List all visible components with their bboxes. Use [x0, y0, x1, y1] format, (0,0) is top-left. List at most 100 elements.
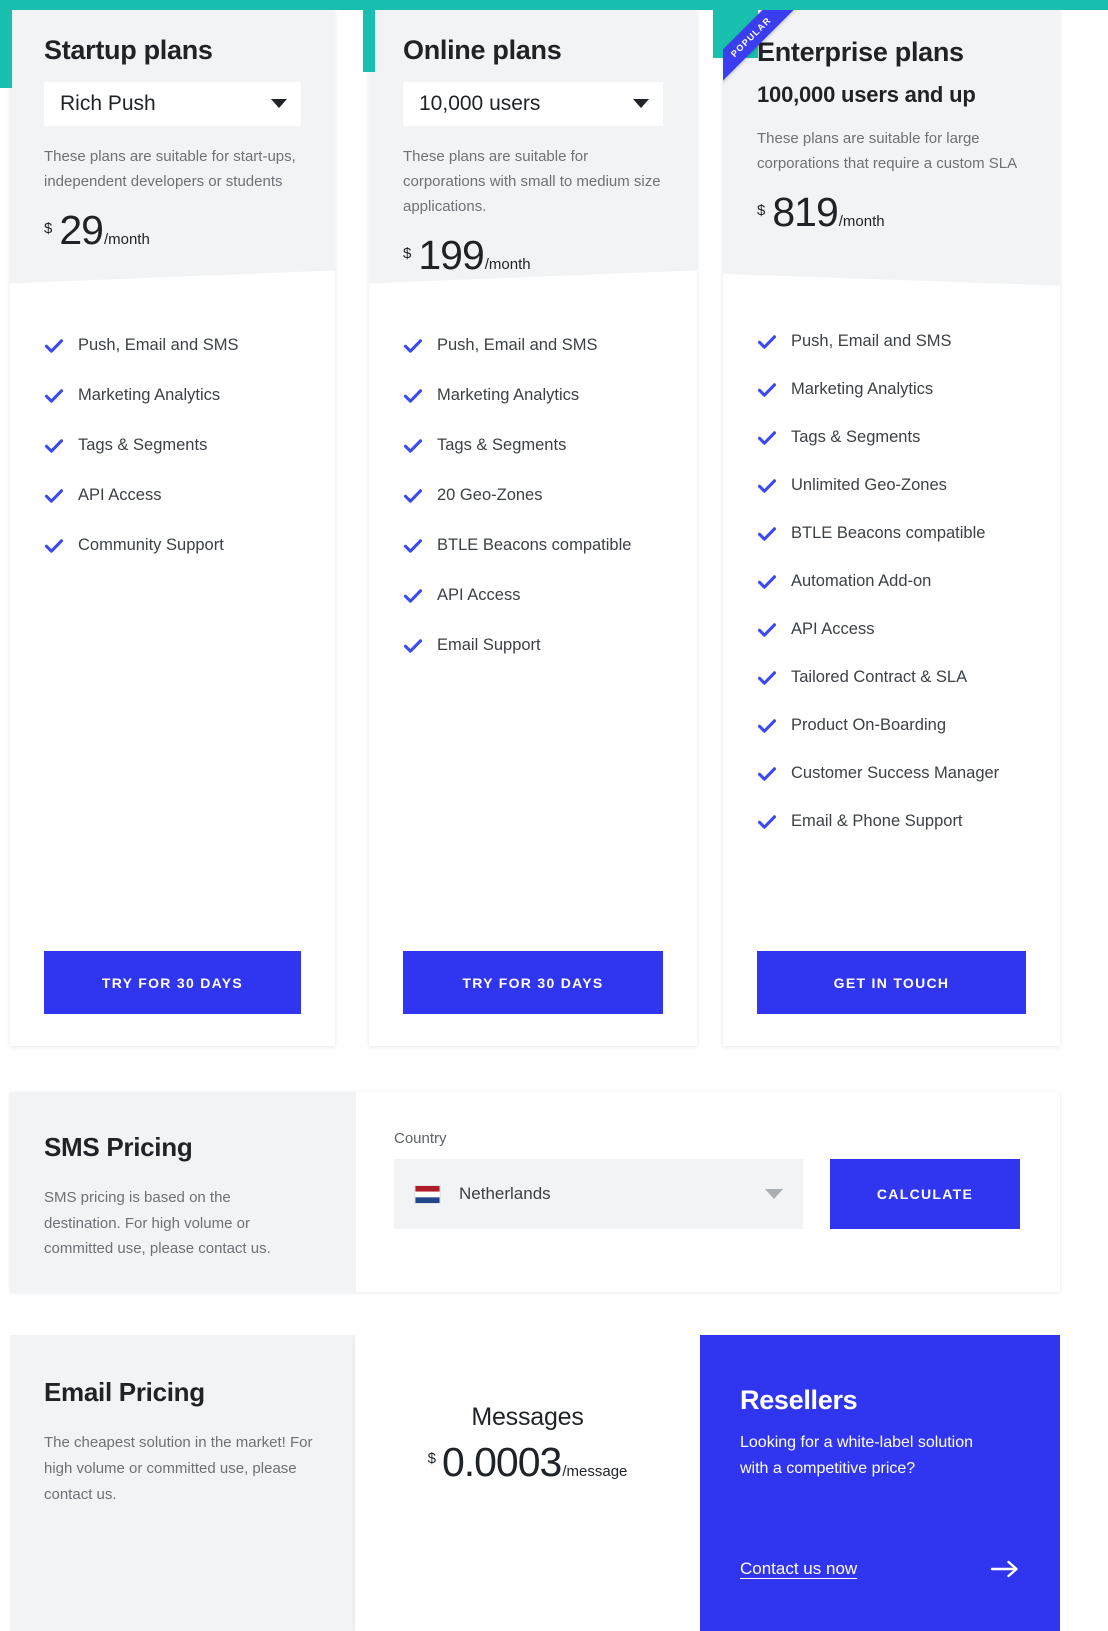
- sms-pricing-info: SMS Pricing SMS pricing is based on the …: [10, 1092, 356, 1292]
- check-icon: [403, 389, 423, 403]
- feature-list-startup: Push, Email and SMS Marketing Analytics …: [10, 300, 335, 556]
- plan-title: Enterprise plans: [757, 37, 964, 67]
- plan-description: These plans are suitable for corporation…: [403, 147, 661, 216]
- plan-description: These plans are suitable for large corpo…: [757, 129, 1018, 172]
- check-icon: [757, 431, 777, 445]
- plan-option-select-online[interactable]: 10,000 users: [403, 81, 663, 126]
- feature-list-enterprise: Push, Email and SMS Marketing Analytics …: [723, 300, 1060, 832]
- check-icon: [757, 767, 777, 781]
- email-pricing-section: Email Pricing The cheapest solution in t…: [10, 1335, 1060, 1631]
- list-item: API Access: [403, 586, 663, 606]
- currency-symbol: $: [403, 245, 412, 263]
- plan-price: $ 29 /month: [44, 210, 301, 251]
- list-item: Unlimited Geo-Zones: [757, 476, 1026, 496]
- check-icon: [757, 335, 777, 349]
- feature-label: Push, Email and SMS: [78, 336, 239, 355]
- country-select[interactable]: Netherlands: [394, 1159, 803, 1229]
- resellers-title: Resellers: [740, 1385, 858, 1415]
- feature-label: Tags & Segments: [791, 428, 921, 447]
- check-icon: [757, 527, 777, 541]
- price-amount: 819: [772, 189, 838, 236]
- country-value: Netherlands: [459, 1184, 551, 1203]
- price-amount: 29: [59, 207, 104, 254]
- plan-header-startup: Startup plans Rich Push These plans are …: [10, 10, 335, 300]
- list-item: Email & Phone Support: [757, 812, 1026, 832]
- feature-label: Product On-Boarding: [791, 716, 947, 735]
- contact-us-now-link[interactable]: Contact us now: [740, 1559, 857, 1579]
- price-amount: 0.0003: [441, 1439, 562, 1485]
- resellers-contact-row: Contact us now: [740, 1559, 1020, 1579]
- plans-row: Startup plans Rich Push These plans are …: [0, 0, 1108, 1048]
- feature-label: API Access: [791, 620, 875, 639]
- check-icon: [403, 589, 423, 603]
- list-item: Push, Email and SMS: [403, 336, 663, 356]
- email-pricing-title: Email Pricing: [44, 1377, 205, 1407]
- teal-accent-middle: [363, 0, 375, 72]
- check-icon: [44, 489, 64, 503]
- list-item: Customer Success Manager: [757, 764, 1026, 784]
- check-icon: [757, 575, 777, 589]
- list-item: Tags & Segments: [757, 428, 1026, 448]
- messages-label: Messages: [471, 1403, 584, 1431]
- price-period: /month: [838, 213, 885, 231]
- check-icon: [403, 639, 423, 653]
- list-item: Marketing Analytics: [403, 386, 663, 406]
- plan-users-line: 100,000 users and up: [757, 81, 976, 107]
- country-label: Country: [394, 1130, 447, 1147]
- try-for-30-days-button[interactable]: TRY FOR 30 DAYS: [44, 951, 301, 1014]
- message-price: $ 0.0003 /message: [355, 1442, 700, 1483]
- resellers-subtitle: Looking for a white-label solution with …: [740, 1434, 974, 1477]
- feature-label: Email & Phone Support: [791, 812, 963, 831]
- plan-price: $ 199 /month: [403, 235, 663, 276]
- list-item: Marketing Analytics: [757, 380, 1026, 400]
- list-item: Marketing Analytics: [44, 386, 301, 406]
- list-item: Tailored Contract & SLA: [757, 668, 1026, 688]
- calculator-row: Netherlands CALCULATE: [394, 1159, 1020, 1229]
- price-period: /month: [103, 231, 150, 249]
- list-item: 20 Geo-Zones: [403, 486, 663, 506]
- check-icon: [403, 489, 423, 503]
- list-item: BTLE Beacons compatible: [757, 524, 1026, 544]
- list-item: Push, Email and SMS: [44, 336, 301, 356]
- feature-list-online: Push, Email and SMS Marketing Analytics …: [369, 300, 697, 656]
- teal-accent-left: [0, 0, 12, 88]
- teal-accent-bar: [0, 0, 1108, 10]
- list-item: API Access: [757, 620, 1026, 640]
- feature-label: Marketing Analytics: [791, 380, 934, 399]
- arrow-right-icon[interactable]: [990, 1559, 1020, 1579]
- list-item: Community Support: [44, 536, 301, 556]
- plan-card-online: Online plans 10,000 users These plans ar…: [369, 10, 697, 1046]
- check-icon: [757, 479, 777, 493]
- currency-symbol: $: [44, 220, 53, 238]
- check-icon: [757, 623, 777, 637]
- plan-option-select-startup[interactable]: Rich Push: [44, 81, 301, 126]
- feature-label: Unlimited Geo-Zones: [791, 476, 947, 495]
- sms-calculator: Country Netherlands CALCULATE: [356, 1092, 1060, 1292]
- try-for-30-days-button[interactable]: TRY FOR 30 DAYS: [403, 951, 663, 1014]
- check-icon: [403, 539, 423, 553]
- feature-label: Tags & Segments: [78, 436, 208, 455]
- get-in-touch-button[interactable]: GET IN TOUCH: [757, 951, 1026, 1014]
- check-icon: [44, 539, 64, 553]
- resellers-card: Resellers Looking for a white-label solu…: [700, 1335, 1060, 1631]
- price-period: /month: [484, 256, 531, 274]
- email-price-panel: Messages $ 0.0003 /message: [355, 1335, 700, 1631]
- currency-symbol: $: [427, 1450, 436, 1467]
- sms-pricing-note: SMS pricing is based on the destination.…: [44, 1189, 271, 1257]
- check-icon: [44, 339, 64, 353]
- feature-label: Automation Add-on: [791, 572, 932, 591]
- price-amount: 199: [418, 232, 484, 279]
- email-pricing-note: The cheapest solution in the market! For…: [44, 1434, 313, 1503]
- feature-label: Community Support: [78, 536, 224, 555]
- plan-card-startup: Startup plans Rich Push These plans are …: [10, 10, 335, 1046]
- sms-pricing-title: SMS Pricing: [44, 1132, 193, 1162]
- check-icon: [403, 339, 423, 353]
- cta-wrap: GET IN TOUCH: [723, 951, 1060, 1014]
- check-icon: [403, 439, 423, 453]
- cta-wrap: TRY FOR 30 DAYS: [10, 951, 335, 1014]
- plan-description: These plans are suitable for start-ups, …: [44, 147, 296, 190]
- email-pricing-info: Email Pricing The cheapest solution in t…: [10, 1335, 355, 1631]
- plan-header-enterprise: Enterprise plans 100,000 users and up Th…: [723, 10, 1060, 300]
- calculate-button[interactable]: CALCULATE: [830, 1159, 1020, 1229]
- feature-label: API Access: [437, 586, 521, 605]
